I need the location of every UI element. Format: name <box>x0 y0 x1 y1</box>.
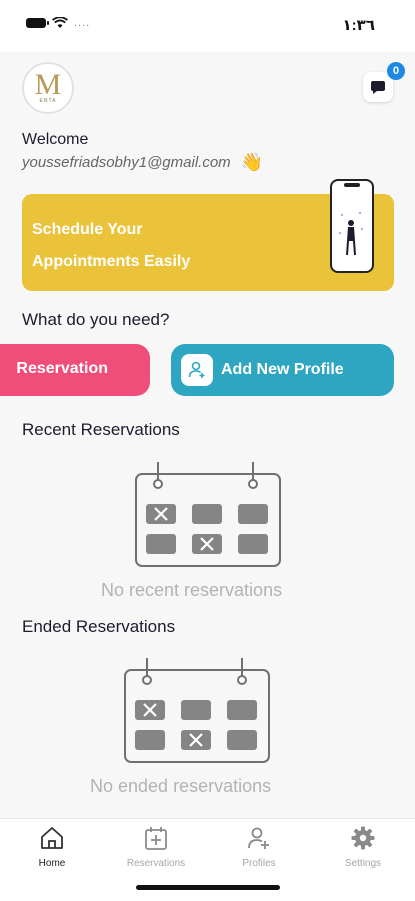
logo-subtext: ENTA <box>39 98 57 104</box>
ended-empty-text: No ended reservations <box>90 776 272 796</box>
user-email: youssefriadsobhy1@gmail.com <box>22 154 231 171</box>
empty-calendar-icon <box>135 462 281 567</box>
welcome-title: Welcome <box>22 131 89 148</box>
tab-settings[interactable]: Settings <box>323 825 403 869</box>
recent-reservations-heading: Recent Reservations <box>22 420 180 439</box>
tab-reservations-label: Reservations <box>126 858 186 869</box>
promo-banner: Schedule Your Appointments Easily <box>22 179 394 291</box>
reservation-button[interactable]: Reservation <box>0 344 150 396</box>
banner-text: Schedule Your Appointments Easily <box>32 214 190 278</box>
status-bar: .... ١:٣٦ <box>0 0 415 52</box>
tab-profiles-label: Profiles <box>242 858 276 869</box>
banner-line-2: Appointments Easily <box>32 253 191 270</box>
status-time: ١:٣٦ <box>342 17 375 34</box>
home-icon <box>41 827 63 849</box>
signal-dots: .... <box>74 17 91 29</box>
add-profile-button[interactable]: Add New Profile <box>171 344 394 396</box>
add-user-icon <box>181 354 213 386</box>
add-user-icon <box>248 827 269 849</box>
tab-reservations[interactable]: Reservations <box>116 825 196 869</box>
ended-reservations-heading: Ended Reservations <box>22 617 176 636</box>
status-icons: .... <box>26 17 90 29</box>
tab-profiles[interactable]: Profiles <box>219 825 299 869</box>
wifi-icon <box>52 17 68 28</box>
recent-empty-text: No recent reservations <box>101 580 283 600</box>
reservation-button-label: Reservation <box>16 360 108 377</box>
tab-home[interactable]: Home <box>12 825 92 869</box>
email-row: youssefriadsobhy1@gmail.com 👋 <box>22 152 263 173</box>
battery-icon <box>26 18 49 28</box>
tab-settings-label: Settings <box>344 858 382 869</box>
logo-letter: M <box>34 68 62 101</box>
empty-calendar-icon <box>124 658 270 763</box>
banner-line-1: Schedule Your <box>32 221 143 238</box>
tab-home-label: Home <box>38 858 66 869</box>
notification-badge: 0 <box>387 62 405 80</box>
app-logo[interactable]: M ENTA <box>22 62 74 114</box>
phone-illustration <box>330 179 374 273</box>
calendar-plus-icon <box>145 827 167 850</box>
wave-emoji: 👋 <box>240 152 264 172</box>
actions-heading: What do you need? <box>22 310 170 329</box>
add-profile-label: Add New Profile <box>221 361 344 378</box>
home-indicator <box>136 885 280 890</box>
chat-icon <box>371 81 385 94</box>
gear-icon <box>351 826 375 850</box>
